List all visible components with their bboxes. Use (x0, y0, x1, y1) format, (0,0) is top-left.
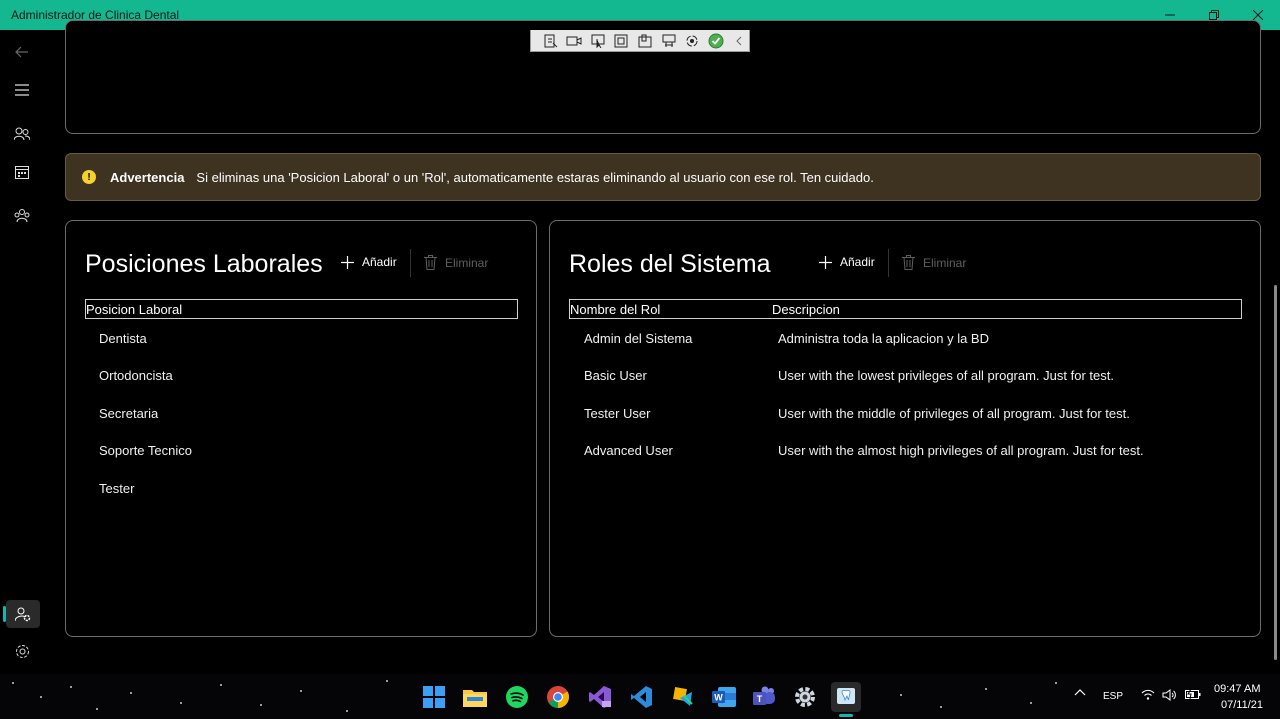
table-row-description[interactable]: User with the middle of privileges of al… (778, 406, 1130, 421)
volume-icon[interactable] (1162, 689, 1176, 704)
trash-icon (424, 255, 437, 270)
list-item[interactable]: Dentista (99, 331, 147, 346)
toolbar-separator (410, 249, 411, 277)
refresh-icon[interactable] (682, 33, 702, 49)
delete-role-label: Eliminar (923, 255, 967, 270)
table-row-name[interactable]: Advanced User (584, 443, 673, 458)
visual-studio-icon[interactable] (585, 682, 615, 712)
column-header-role-name[interactable]: Nombre del Rol (570, 302, 660, 317)
roles-header[interactable]: Nombre del Rol Descripcion (569, 299, 1242, 319)
file-explorer-icon[interactable] (460, 682, 490, 712)
clock-time[interactable]: 09:47 AM (1214, 683, 1260, 695)
dental-app-icon[interactable] (831, 682, 861, 712)
menu-button[interactable] (8, 76, 36, 104)
inspect-icon[interactable] (635, 33, 655, 49)
plus-icon (341, 255, 354, 269)
table-row-name[interactable]: Tester User (584, 406, 650, 421)
positions-panel: Posiciones Laborales Añadir Eliminar Pos… (65, 220, 537, 637)
spotify-icon[interactable] (502, 682, 532, 712)
chrome-icon[interactable] (543, 682, 573, 712)
wifi-icon[interactable] (1141, 689, 1155, 703)
svg-text:W: W (714, 693, 723, 703)
table-row-name[interactable]: Admin del Sistema (584, 331, 692, 346)
table-row-description[interactable]: User with the lowest privileges of all p… (778, 368, 1114, 383)
calendar-icon (15, 166, 29, 179)
menu-icon (15, 84, 29, 96)
warning-icon: ! (82, 170, 96, 184)
add-role-button[interactable]: Añadir (819, 255, 875, 269)
people-icon (14, 127, 30, 141)
add-position-label: Añadir (362, 255, 397, 269)
battery-icon[interactable] (1185, 688, 1201, 703)
minimize-icon (1165, 14, 1175, 16)
pointer-select-icon[interactable] (588, 33, 608, 49)
toolbar-separator (888, 249, 889, 277)
delete-role-button[interactable]: Eliminar (902, 255, 966, 270)
word-icon[interactable]: W (709, 682, 739, 712)
warning-banner: ! Advertencia Si eliminas una 'Posicion … (65, 153, 1261, 201)
back-button[interactable] (8, 38, 36, 66)
roles-panel: Roles del Sistema Añadir Eliminar Nombre… (549, 220, 1261, 637)
add-position-button[interactable]: Añadir (341, 255, 397, 269)
windows-start-icon[interactable] (419, 682, 449, 712)
tree-icon[interactable] (659, 33, 679, 49)
delete-position-label: Eliminar (445, 255, 489, 270)
settings-button[interactable] (8, 637, 36, 665)
add-role-label: Añadir (840, 255, 875, 269)
list-item[interactable]: Tester (99, 481, 134, 496)
list-item[interactable]: Secretaria (99, 406, 158, 421)
table-row-name[interactable]: Basic User (584, 368, 647, 383)
sidebar-item-calendar[interactable] (8, 158, 36, 186)
positions-title: Posiciones Laborales (85, 250, 323, 278)
svg-text:T: T (757, 694, 763, 704)
plus-icon (819, 255, 832, 269)
sidebar (0, 30, 44, 674)
sidebar-item-user-settings[interactable] (6, 600, 40, 628)
trash-icon (902, 255, 915, 270)
list-item[interactable]: Soporte Tecnico (99, 443, 192, 458)
back-icon (15, 46, 28, 58)
positions-header[interactable]: Posicion Laboral (85, 299, 518, 319)
taskbar: W T ESP 09:47 AM 07/11/21 (0, 674, 1280, 719)
sidebar-item-patients[interactable] (8, 120, 36, 148)
restore-icon (1209, 10, 1219, 20)
collapse-icon[interactable] (730, 33, 750, 49)
video-icon[interactable] (565, 33, 585, 49)
vscode-icon[interactable] (626, 682, 656, 712)
check-icon[interactable] (706, 33, 726, 49)
chevron-up-icon (1074, 689, 1086, 696)
active-app-indicator (839, 714, 853, 717)
scrollbar[interactable] (1274, 285, 1277, 660)
gear-icon (15, 644, 29, 658)
settings-icon[interactable] (790, 682, 820, 712)
floating-toolbar (530, 30, 750, 52)
table-row-description[interactable]: User with the almost high privileges of … (778, 443, 1144, 458)
language-indicator[interactable]: ESP (1103, 691, 1123, 702)
list-item[interactable]: Ortodoncista (99, 368, 173, 383)
frame-icon[interactable] (612, 33, 632, 49)
user-settings-icon (15, 607, 31, 621)
teams-icon[interactable]: T (750, 682, 780, 712)
roles-title: Roles del Sistema (569, 250, 771, 278)
layout-icon[interactable] (541, 33, 561, 49)
delete-position-button[interactable]: Eliminar (424, 255, 488, 270)
warning-message: Si eliminas una 'Posicion Laboral' o un … (196, 169, 874, 185)
clock-date[interactable]: 07/11/21 (1221, 699, 1263, 711)
table-row-description[interactable]: Administra toda la aplicacion y la BD (778, 331, 989, 346)
sidebar-item-staff[interactable] (8, 202, 36, 230)
close-icon (1253, 10, 1263, 20)
tray-overflow-button[interactable] (1074, 688, 1086, 699)
column-header-position[interactable]: Posicion Laboral (86, 302, 182, 317)
column-header-description[interactable]: Descripcion (772, 302, 840, 317)
warning-title: Advertencia (110, 169, 185, 185)
app-icon[interactable] (668, 682, 698, 712)
users-group-icon (14, 209, 30, 223)
